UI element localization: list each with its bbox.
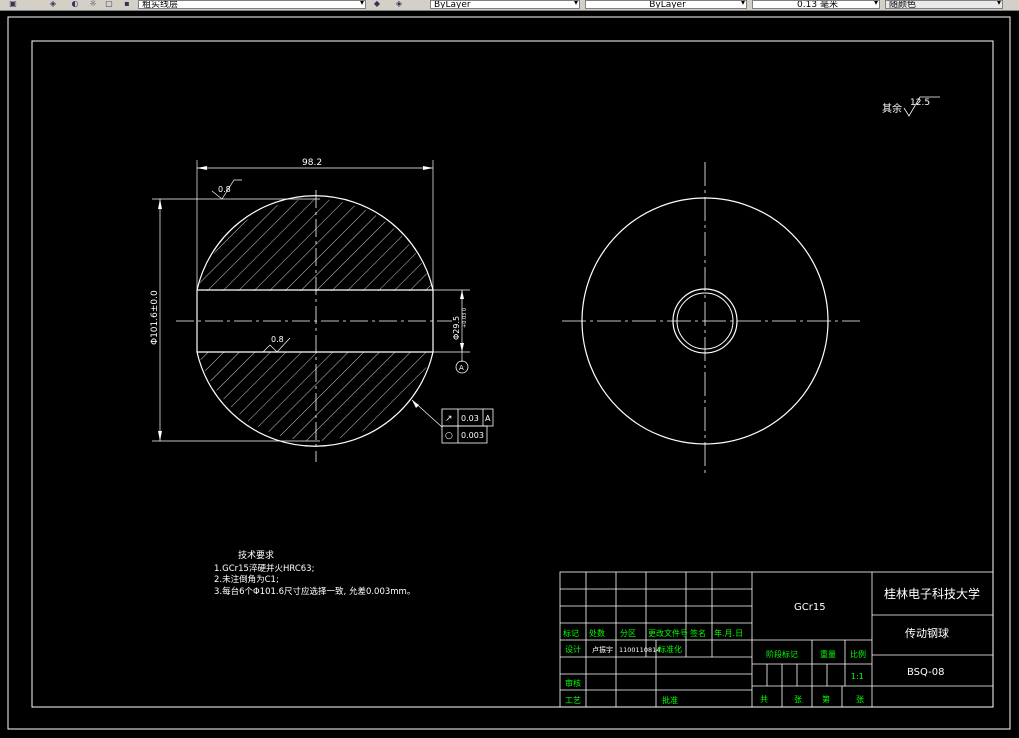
- roughness-top-text: 0.8: [218, 185, 231, 194]
- gdt-runout-value: 0.03: [461, 414, 479, 423]
- header-change-doc: 更改文件号: [648, 628, 688, 638]
- linetype-value: ByLayer: [649, 0, 686, 9]
- header-date: 年.月.日: [714, 628, 743, 638]
- header-signature: 签名: [690, 628, 706, 638]
- sheet-total-label: 共: [760, 695, 768, 704]
- review-label: 审核: [565, 678, 581, 688]
- layer-freeze-icon[interactable]: ☼: [88, 0, 98, 8]
- layer-name: 粗实线层: [142, 0, 179, 9]
- plotstyle-value: 随颜色: [889, 0, 917, 9]
- scale-label: 比例: [850, 649, 866, 659]
- lineweight-value: 0.13 毫米: [797, 0, 838, 9]
- notes-title: 技术要求: [238, 549, 274, 561]
- gdt-runout-symbol: ↗: [445, 414, 453, 424]
- make-current-icon[interactable]: ◆: [372, 0, 382, 8]
- layer-states-icon[interactable]: ◈: [48, 0, 58, 8]
- layer-color-icon[interactable]: ▪: [122, 0, 132, 8]
- color-value: ByLayer: [434, 0, 471, 9]
- layer-lock-icon[interactable]: ▢: [104, 0, 114, 8]
- roughness-bore-text: 0.8: [271, 335, 284, 344]
- title-block-text: GCr15 桂林电子科技大学 传动钢球 BSQ-08 1:1 标记 处数 分区 …: [563, 586, 980, 705]
- sheet-number-label: 第: [822, 694, 830, 704]
- header-mark: 标记: [563, 628, 579, 638]
- section-view: [176, 190, 452, 462]
- school-name: 桂林电子科技大学: [884, 586, 980, 601]
- scale-value: 1:1: [851, 672, 864, 681]
- standard-label: 标准化: [658, 644, 682, 654]
- designer-name: 卢振宇: [592, 645, 613, 654]
- dim-diameter-text: Φ101.6±0.0: [150, 290, 160, 345]
- weight-label: 重量: [820, 649, 836, 659]
- outer-sheet-border: [7, 16, 1011, 730]
- drawing-number: BSQ-08: [907, 667, 945, 678]
- gdt-circularity-symbol: ○: [445, 431, 453, 441]
- chevron-down-icon: ▾: [573, 0, 578, 7]
- dim-bore-tol: +0.03 0: [462, 308, 468, 328]
- technical-notes: 技术要求 1.GCr15淬硬并火HRC63; 2.未注倒角为C1; 3.每台6个…: [214, 549, 415, 597]
- color-dropdown[interactable]: ByLayer ▾: [430, 0, 580, 9]
- chevron-down-icon: ▾: [873, 0, 878, 7]
- process-label: 工艺: [565, 696, 581, 705]
- lineweight-dropdown[interactable]: 0.13 毫米 ▾: [752, 0, 880, 9]
- dim-width-text: 98.2: [302, 158, 322, 168]
- dim-bore-text: Φ29.5: [452, 316, 461, 340]
- roughness-other-value: 12.5: [910, 98, 930, 108]
- sheet-unit-label-1: 张: [794, 695, 802, 704]
- material-text: GCr15: [794, 602, 826, 613]
- layer-manager-icon[interactable]: ▣: [8, 0, 18, 8]
- gdt-frame: ↗ 0.03 A ○ 0.003: [411, 399, 494, 444]
- inner-drawing-frame: [31, 40, 994, 708]
- chevron-down-icon: ▾: [359, 0, 364, 7]
- roughness-bore: 0.8: [262, 335, 291, 353]
- linetype-dropdown[interactable]: ByLayer ▾: [585, 0, 747, 9]
- chevron-down-icon: ▾: [740, 0, 745, 7]
- notes-line-2: 2.未注倒角为C1;: [214, 574, 279, 585]
- datum-a-label: A: [459, 364, 464, 372]
- approve-label: 批准: [662, 695, 678, 705]
- plotstyle-dropdown[interactable]: 随颜色 ▾: [885, 0, 1003, 9]
- header-zone: 分区: [620, 629, 636, 638]
- roughness-other: 其余 12.5: [882, 96, 940, 117]
- notes-line-1: 1.GCr15淬硬并火HRC63;: [214, 563, 314, 574]
- layer-dropdown[interactable]: 粗实线层 ▾: [138, 0, 366, 9]
- layer-on-icon[interactable]: ◐: [70, 0, 80, 8]
- dimension-bore: Φ29.5 +0.03 0 A: [433, 289, 470, 374]
- drawing-canvas[interactable]: 其余 12.5 98.2 Φ101.6±0.0 Φ29.5 +0.03 0 A …: [0, 11, 1019, 738]
- part-name: 传动钢球: [905, 626, 949, 640]
- design-label: 设计: [565, 644, 581, 654]
- design-date: 1100110814: [619, 646, 660, 654]
- gdt-circularity-value: 0.003: [461, 431, 484, 440]
- roughness-top: 0.8: [211, 179, 242, 200]
- end-view: [562, 162, 860, 474]
- header-count: 处数: [589, 628, 605, 638]
- properties-toolbar: ▣ ◈ ◐ ☼ ▢ ▪ 粗实线层 ▾ ◆ ◈ ByLayer ▾ ByLayer…: [0, 0, 1019, 11]
- gdt-runout-datum: A: [485, 414, 491, 423]
- sheet-unit-label-2: 张: [856, 695, 864, 704]
- notes-line-3: 3.每台6个Φ101.6尺寸应选择一致, 允差0.003mm。: [214, 586, 415, 597]
- layer-previous-icon[interactable]: ◈: [394, 0, 404, 8]
- roughness-other-label: 其余: [882, 102, 902, 115]
- chevron-down-icon: ▾: [996, 0, 1001, 7]
- stage-label: 阶段标记: [766, 649, 798, 659]
